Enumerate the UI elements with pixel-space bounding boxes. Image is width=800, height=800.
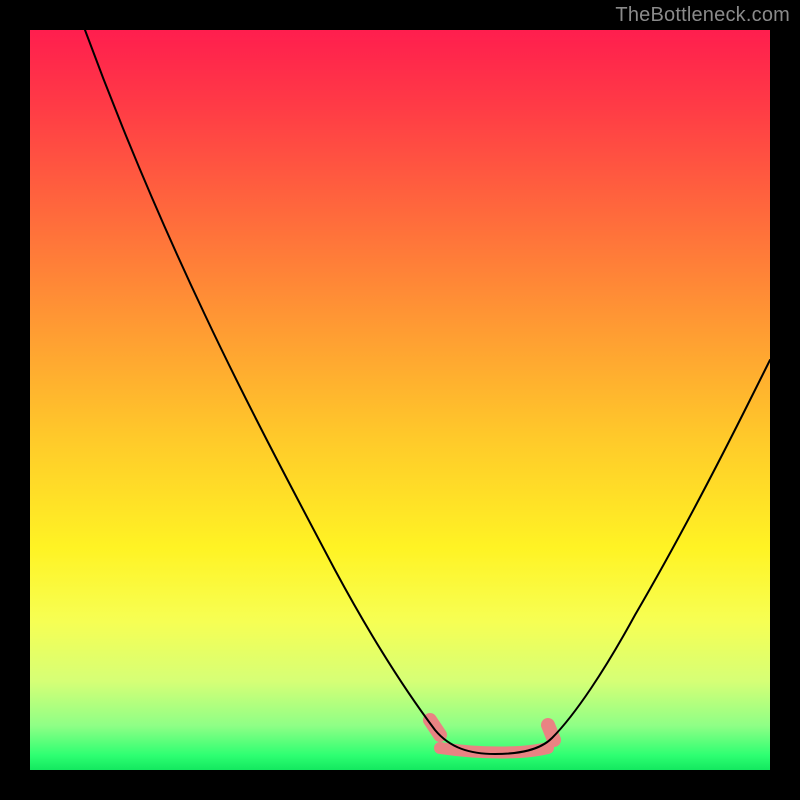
curve-svg (30, 30, 770, 770)
chart-stage: TheBottleneck.com (0, 0, 800, 800)
plot-area (30, 30, 770, 770)
bottleneck-curve-icon (85, 30, 770, 754)
attribution-label: TheBottleneck.com (615, 4, 790, 27)
